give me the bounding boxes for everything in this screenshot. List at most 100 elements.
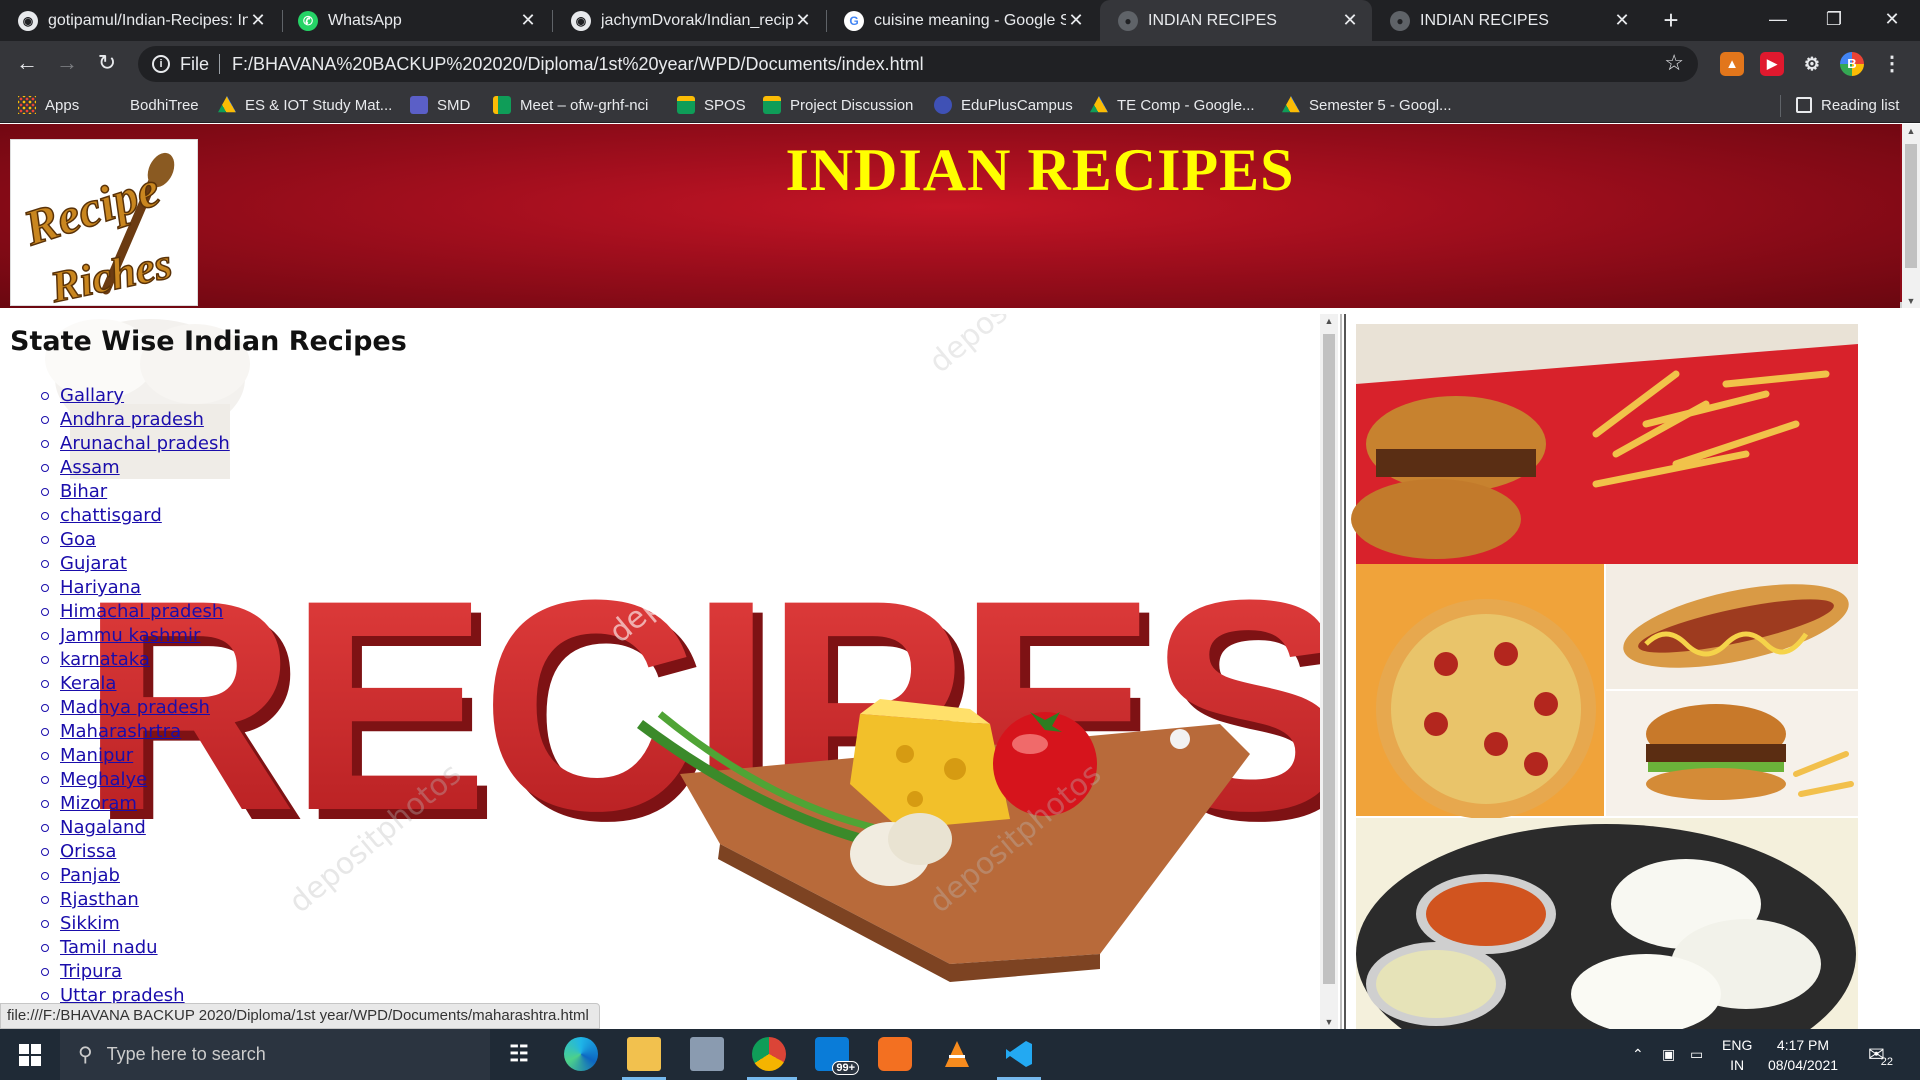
site-info-icon[interactable]: i (152, 55, 170, 73)
clock[interactable]: 4:17 PM 08/04/2021 (1758, 1035, 1848, 1075)
state-link[interactable]: Manipur (60, 745, 133, 766)
state-link[interactable]: Sikkim (60, 913, 120, 934)
url-text[interactable]: F:/BHAVANA%20BACKUP%202020/Diploma/1st%2… (232, 54, 924, 75)
state-link[interactable]: Tripura (60, 961, 122, 982)
scroll-thumb[interactable] (1905, 144, 1917, 268)
tab-indian-recipes[interactable]: ● INDIAN RECIPES ✕ (1372, 0, 1644, 41)
mail-icon[interactable]: 99+ (815, 1037, 859, 1075)
file-explorer-icon[interactable] (627, 1037, 661, 1071)
bookmark-smd[interactable]: SMD (410, 95, 470, 115)
scroll-up-arrow[interactable]: ▲ (1320, 316, 1338, 326)
scroll-down-arrow[interactable]: ▼ (1320, 1017, 1338, 1027)
close-window-icon[interactable]: ✕ (1864, 0, 1920, 41)
state-link[interactable]: Hariyana (60, 577, 141, 598)
profile-avatar[interactable]: B (1840, 52, 1864, 76)
site-title: INDIAN RECIPES (785, 137, 1295, 203)
state-link[interactable]: Maharashrtra (60, 721, 181, 742)
globe-icon: ● (1118, 10, 1138, 31)
state-link[interactable]: Jammu kashmir (60, 625, 200, 646)
state-link[interactable]: Panjab (60, 865, 120, 886)
vscode-icon[interactable] (1002, 1037, 1036, 1071)
state-link[interactable]: Tamil nadu (60, 937, 158, 958)
chrome-browser-icon[interactable] (752, 1037, 786, 1071)
language-indicator[interactable]: ENG IN (1722, 1029, 1752, 1080)
forward-icon[interactable]: → (52, 49, 82, 79)
photos-app-icon[interactable] (690, 1037, 724, 1071)
bookmark-semester-5[interactable]: Semester 5 - Googl... (1282, 95, 1452, 115)
state-list-item: Rjasthan (41, 888, 230, 912)
close-tab-icon[interactable]: ✕ (1340, 10, 1360, 31)
close-tab-icon[interactable]: ✕ (793, 10, 813, 31)
state-link[interactable]: Bihar (60, 481, 107, 502)
state-link[interactable]: karnataka (60, 649, 150, 670)
state-link[interactable]: Nagaland (60, 817, 146, 838)
start-button[interactable] (0, 1029, 60, 1080)
tray-overflow-icon[interactable]: ⌃ (1632, 1029, 1644, 1080)
tab-indian-recipes-active[interactable]: ● INDIAN RECIPES ✕ (1100, 0, 1372, 41)
close-tab-icon[interactable]: ✕ (248, 10, 268, 31)
battery-icon[interactable]: ▭ (1690, 1029, 1703, 1080)
notifications-button[interactable]: ✉ 22 (1868, 1029, 1893, 1080)
state-link[interactable]: Orissa (60, 841, 116, 862)
bookmark-edupluscampus[interactable]: EduPlusCampus (934, 95, 1073, 115)
state-link[interactable]: Mizoram (60, 793, 137, 814)
state-list-item: Mizoram (41, 792, 230, 816)
restore-icon[interactable]: ❐ (1806, 0, 1862, 41)
bookmark-spos[interactable]: SPOS (677, 95, 746, 115)
back-icon[interactable]: ← (12, 49, 42, 79)
task-view-icon[interactable]: ☷ (502, 1037, 536, 1071)
reload-icon[interactable]: ↻ (92, 49, 122, 79)
state-link[interactable]: Himachal pradesh (60, 601, 223, 622)
state-link[interactable]: Arunachal pradesh (60, 433, 230, 454)
state-link[interactable]: chattisgard (60, 505, 162, 526)
new-tab-button[interactable]: + (1655, 5, 1687, 37)
state-link[interactable]: Assam (60, 457, 120, 478)
bookmark-bodhitree[interactable]: BodhiTree (130, 95, 199, 115)
state-link[interactable]: Gallary (60, 385, 124, 406)
bookmark-es-iot[interactable]: ES & IOT Study Mat... (218, 95, 392, 115)
close-tab-icon[interactable]: ✕ (518, 10, 538, 31)
state-link[interactable]: Rjasthan (60, 889, 139, 910)
state-link[interactable]: Goa (60, 529, 96, 550)
bookmark-project-discussion[interactable]: Project Discussion (763, 95, 913, 115)
states-frame-scrollbar[interactable]: ▲ ▼ (1320, 314, 1338, 1029)
clock-date: 08/04/2021 (1767, 1057, 1839, 1073)
state-link[interactable]: Gujarat (60, 553, 127, 574)
taskbar-search-box[interactable]: ⚲ Type here to search (60, 1029, 490, 1080)
vlc-icon[interactable] (940, 1037, 974, 1071)
menu-kebab-icon[interactable]: ⋮ (1880, 52, 1904, 76)
scroll-up-arrow[interactable]: ▲ (1902, 126, 1920, 136)
reading-list-button[interactable]: Reading list (1796, 95, 1899, 115)
state-link[interactable]: Madhya pradesh (60, 697, 210, 718)
scroll-thumb[interactable] (1323, 334, 1335, 984)
address-bar[interactable]: i File F:/BHAVANA%20BACKUP%202020/Diplom… (138, 46, 1698, 82)
extensions-puzzle-icon[interactable]: ⚙ (1800, 52, 1824, 76)
scroll-down-arrow[interactable]: ▼ (1902, 296, 1920, 306)
state-link[interactable]: Meghalye (60, 769, 147, 790)
bookmark-te-comp[interactable]: TE Comp - Google... (1090, 95, 1255, 115)
github-icon: ◉ (18, 10, 38, 31)
minimize-icon[interactable]: — (1750, 0, 1806, 41)
reading-list-icon (1796, 97, 1812, 113)
tab-github-jachym[interactable]: ◉ jachymDvorak/Indian_recipe ✕ (553, 0, 825, 41)
meet-now-icon[interactable]: ▣ (1662, 1029, 1675, 1080)
tab-github-indian-recipes[interactable]: ◉ gotipamul/Indian-Recipes: In ✕ (0, 0, 280, 41)
tab-google-search[interactable]: G cuisine meaning - Google Se ✕ (826, 0, 1098, 41)
apps-grid-icon (18, 96, 36, 114)
github-icon: ◉ (571, 10, 591, 31)
bookmark-meet[interactable]: Meet – ofw-grhf-nci (493, 95, 648, 115)
header-scrollbar[interactable]: ▲ ▼ (1902, 124, 1920, 308)
classroom-icon (677, 96, 695, 114)
bookmark-star-icon[interactable]: ☆ (1664, 50, 1684, 76)
state-link[interactable]: Kerala (60, 673, 116, 694)
state-link[interactable]: Andhra pradesh (60, 409, 204, 430)
close-tab-icon[interactable]: ✕ (1066, 10, 1086, 31)
video-extension-icon[interactable]: ▶ (1760, 52, 1784, 76)
metamask-extension-icon[interactable]: ▲ (1720, 52, 1744, 76)
bookmark-apps[interactable]: Apps (18, 95, 79, 115)
logo-art: Recipe Riches (11, 140, 197, 305)
close-tab-icon[interactable]: ✕ (1612, 10, 1632, 31)
edge-browser-icon[interactable] (564, 1037, 598, 1071)
xampp-icon[interactable] (878, 1037, 912, 1071)
tab-whatsapp[interactable]: ✆ WhatsApp ✕ (280, 0, 550, 41)
